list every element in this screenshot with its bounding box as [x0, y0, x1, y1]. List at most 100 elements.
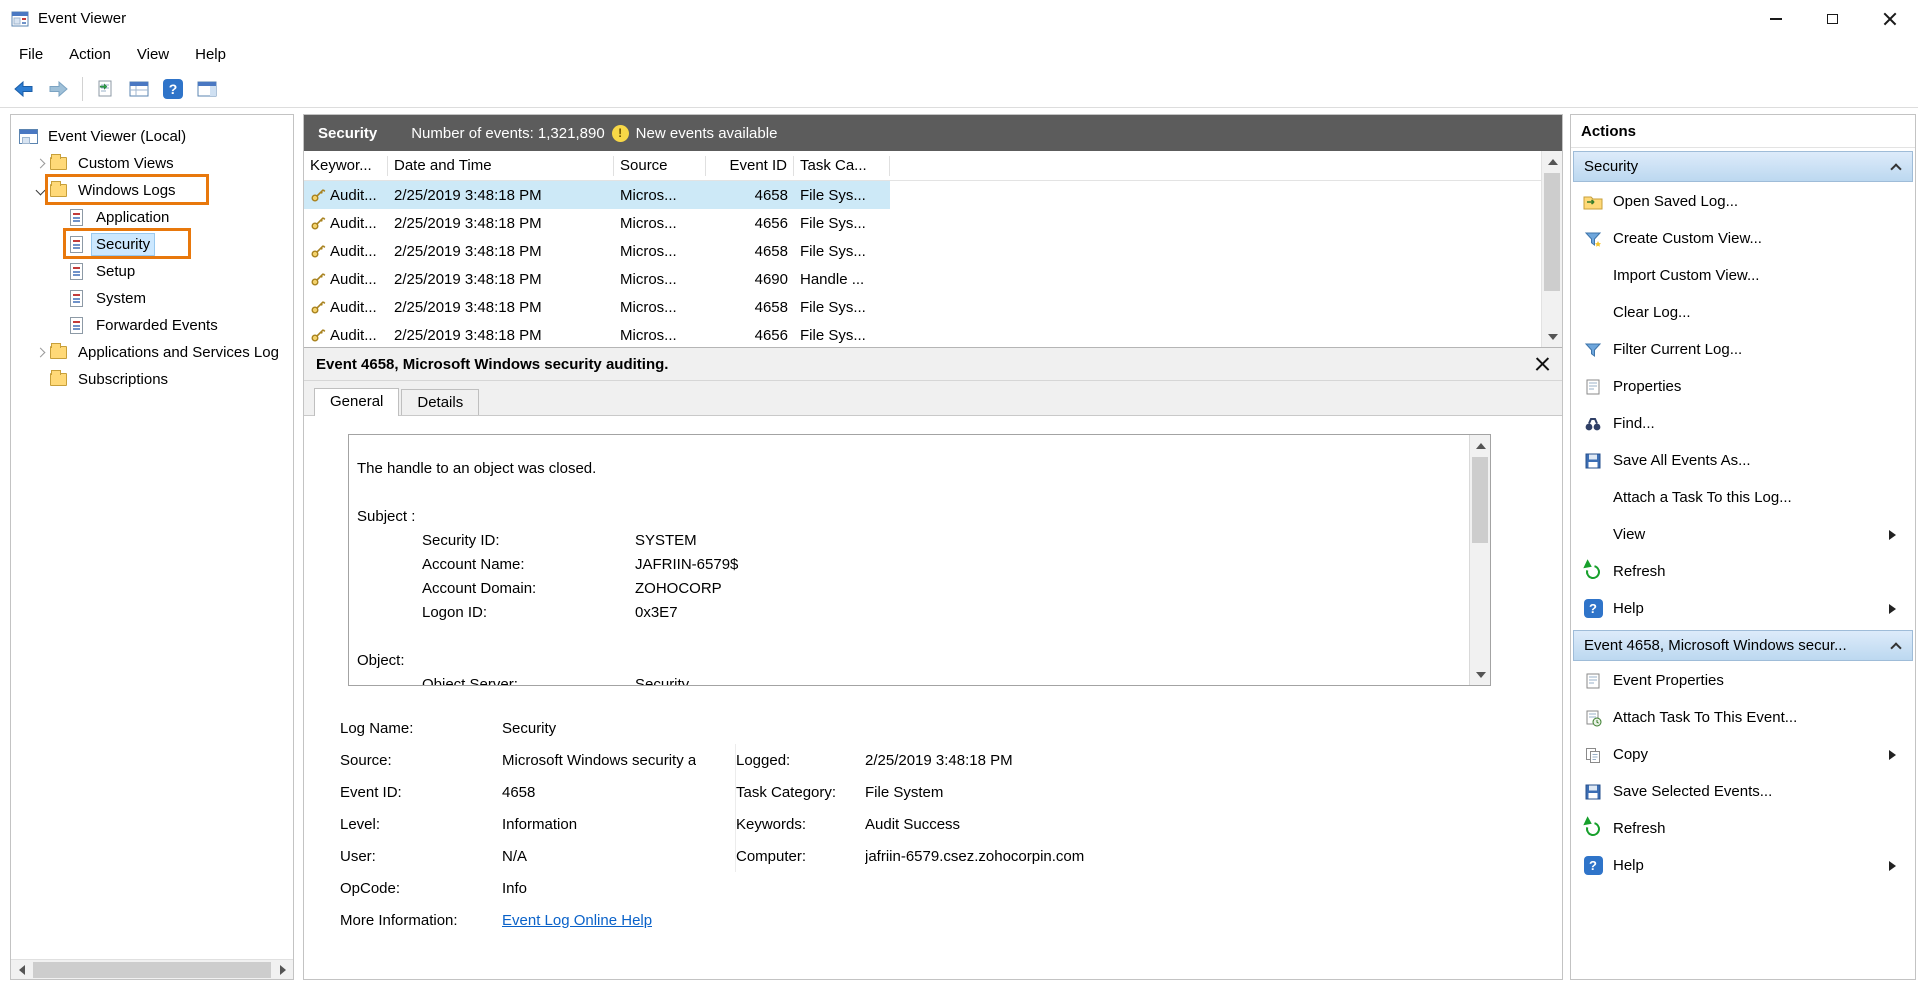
event-row[interactable]: Audit... 2/25/2019 3:48:18 PM Micros... … [304, 293, 890, 321]
action-view[interactable]: View [1571, 516, 1915, 553]
scroll-down-icon[interactable] [1542, 327, 1562, 347]
action-create-custom-view[interactable]: Create Custom View... [1571, 220, 1915, 257]
export-list-icon[interactable] [89, 74, 121, 104]
action-help-event[interactable]: ? Help [1571, 847, 1915, 884]
tree-item-windows-logs[interactable]: Windows Logs [11, 177, 293, 204]
titlebar: Event Viewer [0, 0, 1918, 37]
actions-section-event-4658[interactable]: Event 4658, Microsoft Windows secur... [1573, 630, 1913, 661]
tab-details[interactable]: Details [401, 389, 479, 415]
forward-icon[interactable] [42, 74, 74, 104]
action-find[interactable]: Find... [1571, 405, 1915, 442]
event-row[interactable]: Audit... 2/25/2019 3:48:18 PM Micros... … [304, 237, 890, 265]
action-attach-task-to-event[interactable]: Attach Task To This Event... [1571, 699, 1915, 736]
action-pane-icon[interactable] [191, 74, 223, 104]
no-icon [1583, 303, 1603, 323]
scroll-left-icon[interactable] [11, 960, 31, 980]
action-copy[interactable]: Copy [1571, 736, 1915, 773]
tree-item-label: Custom Views [74, 153, 178, 174]
menu-action[interactable]: Action [56, 41, 124, 68]
scrollbar-thumb[interactable] [1472, 457, 1488, 543]
back-icon[interactable] [8, 74, 40, 104]
field-label: Level: [340, 816, 502, 833]
action-import-custom-view[interactable]: Import Custom View... [1571, 257, 1915, 294]
action-open-saved-log[interactable]: Open Saved Log... [1571, 183, 1915, 220]
action-save-selected-events[interactable]: Save Selected Events... [1571, 773, 1915, 810]
action-refresh-event[interactable]: Refresh [1571, 810, 1915, 847]
cell-source: Micros... [614, 271, 706, 288]
event-row[interactable]: Audit... 2/25/2019 3:48:18 PM Micros... … [304, 265, 890, 293]
scrollbar-thumb[interactable] [33, 962, 271, 978]
scroll-up-icon[interactable] [1470, 435, 1491, 455]
menu-file[interactable]: File [6, 41, 56, 68]
tree-item-security[interactable]: Security [11, 231, 293, 258]
action-properties[interactable]: Properties [1571, 368, 1915, 405]
scroll-right-icon[interactable] [273, 960, 293, 980]
help-icon[interactable]: ? [157, 74, 189, 104]
event-log-online-help-link[interactable]: Event Log Online Help [502, 912, 652, 929]
event-count: Number of events: 1,321,890 [411, 125, 604, 142]
log-file-icon [67, 209, 86, 226]
tab-general[interactable]: General [314, 388, 399, 416]
event-properties-icon [1583, 671, 1603, 691]
console-window-icon[interactable] [123, 74, 155, 104]
menu-help[interactable]: Help [182, 41, 239, 68]
tree-item-event-viewer-local[interactable]: Event Viewer (Local) [11, 123, 293, 150]
tree-item-label: Forwarded Events [92, 315, 222, 336]
event-row[interactable]: Audit... 2/25/2019 3:48:18 PM Micros... … [304, 181, 890, 209]
cell-source: Micros... [614, 243, 706, 260]
new-events-icon: ! [612, 125, 629, 142]
event-description-text: The handle to an object was closed. Subj… [349, 435, 1490, 686]
actions-section-security[interactable]: Security [1573, 151, 1913, 182]
column-header-source[interactable]: Source [614, 156, 706, 176]
scroll-up-icon[interactable] [1542, 151, 1562, 171]
column-header-event-id[interactable]: Event ID [706, 156, 794, 176]
window-title: Event Viewer [38, 10, 126, 27]
field-label: Account Name: [422, 553, 635, 577]
field-value: File System [865, 784, 943, 801]
event-row[interactable]: Audit... 2/25/2019 3:48:18 PM Micros... … [304, 321, 890, 347]
tree-horizontal-scrollbar[interactable] [11, 959, 293, 979]
tree-item-application[interactable]: Application [11, 204, 293, 231]
tree: Event Viewer (Local) Custom Views Window… [11, 115, 293, 393]
minimize-button[interactable] [1747, 0, 1804, 37]
tree-item-forwarded-events[interactable]: Forwarded Events [11, 312, 293, 339]
field-value: ZOHOCORP [635, 577, 722, 601]
column-header-task-category[interactable]: Task Ca... [794, 156, 890, 176]
expander-collapsed-icon[interactable] [31, 160, 49, 167]
event-description-box[interactable]: The handle to an object was closed. Subj… [348, 434, 1491, 686]
event-row[interactable]: Audit... 2/25/2019 3:48:18 PM Micros... … [304, 209, 890, 237]
section-header-label: Security [1584, 158, 1638, 175]
field-label: OpCode: [340, 880, 502, 897]
menu-view[interactable]: View [124, 41, 182, 68]
close-preview-icon[interactable] [1535, 357, 1550, 372]
action-attach-task-to-log[interactable]: Attach a Task To this Log... [1571, 479, 1915, 516]
close-button[interactable] [1861, 0, 1918, 37]
table-vertical-scrollbar[interactable] [1541, 151, 1562, 347]
no-icon [1583, 488, 1603, 508]
collapse-icon[interactable] [1890, 163, 1901, 174]
expander-collapsed-icon[interactable] [31, 349, 49, 356]
tree-item-setup[interactable]: Setup [11, 258, 293, 285]
scroll-down-icon[interactable] [1470, 665, 1491, 685]
maximize-button[interactable] [1804, 0, 1861, 37]
action-help[interactable]: ? Help [1571, 590, 1915, 627]
field-label: Account Domain: [422, 577, 635, 601]
tree-item-custom-views[interactable]: Custom Views [11, 150, 293, 177]
submenu-arrow-icon [1889, 861, 1901, 871]
action-save-all-events-as[interactable]: Save All Events As... [1571, 442, 1915, 479]
tree-item-applications-and-services-logs[interactable]: Applications and Services Log [11, 339, 293, 366]
column-header-date-and-time[interactable]: Date and Time [388, 156, 614, 176]
action-clear-log[interactable]: Clear Log... [1571, 294, 1915, 331]
tree-item-label: Application [92, 207, 173, 228]
description-scrollbar[interactable] [1469, 435, 1490, 685]
action-event-properties[interactable]: Event Properties [1571, 662, 1915, 699]
expander-expanded-icon[interactable] [31, 187, 49, 194]
collapse-icon[interactable] [1890, 642, 1901, 653]
scrollbar-thumb[interactable] [1544, 173, 1560, 291]
action-refresh[interactable]: Refresh [1571, 553, 1915, 590]
action-filter-current-log[interactable]: Filter Current Log... [1571, 331, 1915, 368]
column-header-keywords[interactable]: Keywor... [304, 156, 388, 176]
tree-item-system[interactable]: System [11, 285, 293, 312]
tree-item-subscriptions[interactable]: Subscriptions [11, 366, 293, 393]
cell-task: File Sys... [794, 243, 890, 260]
